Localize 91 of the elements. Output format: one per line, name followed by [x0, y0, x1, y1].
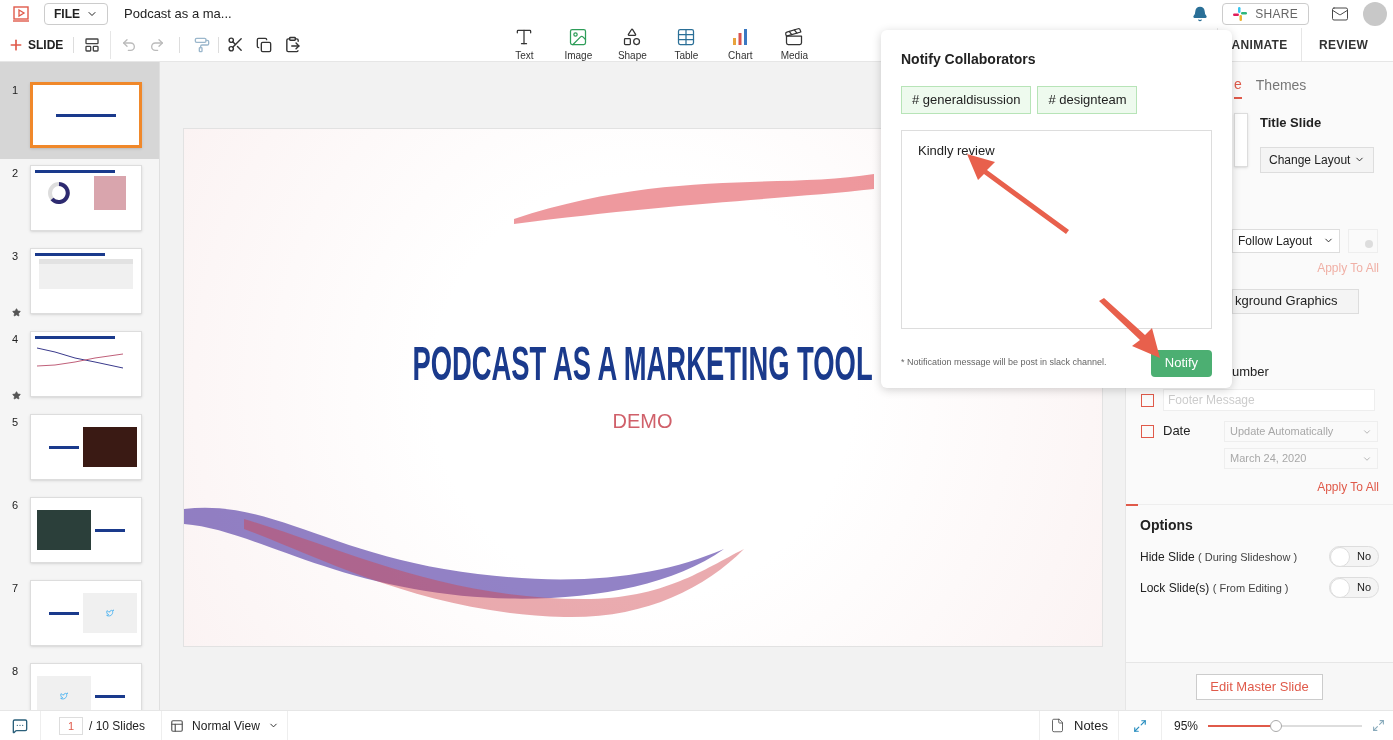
add-slide-button[interactable]: SLIDE: [8, 35, 64, 54]
insert-tool-button[interactable]: Table: [666, 26, 707, 63]
share-button[interactable]: SHARE: [1222, 3, 1309, 25]
background-select[interactable]: Follow Layout: [1232, 228, 1340, 253]
donut-drawing: [46, 181, 71, 205]
layout-name: Title Slide: [1260, 114, 1323, 132]
table-icon: [676, 26, 697, 47]
slide-row[interactable]: 8: [0, 657, 159, 710]
view-layout-icon: [170, 718, 185, 733]
presentation-logo-icon[interactable]: [12, 5, 30, 23]
comments-icon[interactable]: [12, 717, 28, 734]
slide-number: 6: [12, 498, 20, 513]
thumb-title-bar: [35, 253, 105, 256]
toggle-switch[interactable]: No: [1329, 546, 1379, 567]
slide-number: 8: [12, 664, 20, 679]
zoom-slider[interactable]: [1208, 719, 1362, 732]
page-number-field[interactable]: 1: [59, 716, 83, 735]
insert-tool-button[interactable]: Shape: [612, 26, 653, 63]
slide-number-label: umber: [1232, 362, 1270, 381]
checkbox[interactable]: [1141, 393, 1154, 407]
slide-row[interactable]: 4: [0, 325, 159, 408]
slide-subtitle[interactable]: DEMO: [612, 405, 673, 436]
slide-title[interactable]: PODCAST AS A MARKETING TOOL: [412, 339, 873, 388]
insert-tool-button[interactable]: Chart: [720, 26, 761, 63]
bird-icon: [60, 692, 68, 700]
date-label: Date: [1163, 422, 1192, 440]
slide-row[interactable]: 7: [0, 574, 159, 657]
slide-row[interactable]: 3: [0, 242, 159, 325]
apply-to-all-link[interactable]: Apply To All: [1317, 478, 1379, 496]
zoom-slider-thumb[interactable]: [1269, 719, 1282, 732]
bird-icon: [106, 609, 114, 617]
shapes-icon: [622, 26, 643, 47]
page-icon: [1050, 718, 1065, 733]
slide-number: 1: [12, 83, 20, 98]
color-select[interactable]: [1348, 228, 1378, 253]
thumb-title-bar: [95, 528, 125, 532]
copy-icon[interactable]: [256, 36, 273, 53]
thumb-title-bar: [49, 445, 79, 449]
slide-row[interactable]: 5: [0, 408, 159, 491]
slide-row[interactable]: 6: [0, 491, 159, 574]
slide-number: 5: [12, 415, 20, 430]
paste-icon[interactable]: [284, 36, 302, 53]
slack-logo-icon: [1233, 7, 1248, 21]
option-label: Hide Slide ( During Slideshow ): [1140, 548, 1298, 566]
mail-icon[interactable]: [1331, 5, 1349, 23]
slide-number: 3: [12, 249, 20, 264]
format-painter-icon[interactable]: [194, 36, 211, 53]
thumb-title-bar: [56, 113, 116, 117]
panel-tab[interactable]: Themes: [1255, 74, 1307, 99]
channel-tag[interactable]: # generaldisussion: [901, 86, 1032, 114]
slide-number: 7: [12, 581, 20, 596]
notes-button[interactable]: Notes: [1039, 711, 1119, 740]
fit-to-screen-icon[interactable]: [1132, 718, 1147, 733]
change-layout-button[interactable]: Change Layout: [1260, 146, 1375, 173]
options-heading: Options: [1140, 516, 1194, 535]
slide-row[interactable]: 1: [0, 62, 159, 159]
file-menu-button[interactable]: FILE: [44, 3, 108, 25]
channel-tag[interactable]: # designteam: [1037, 86, 1138, 114]
photo-placeholder: [37, 510, 91, 550]
panel-tab[interactable]: e: [1234, 74, 1242, 99]
slide-count: / 10 Slides: [89, 717, 146, 735]
image-icon: [568, 26, 589, 47]
view-mode-dropdown[interactable]: Normal View: [162, 711, 288, 740]
message-field[interactable]: Kindly review: [901, 129, 1212, 329]
thumb-title-bar: [49, 611, 79, 615]
thumb-title-bar: [95, 694, 125, 698]
layout-thumbnail[interactable]: [1234, 113, 1248, 167]
clapperboard-icon: [784, 26, 805, 47]
layout-icon[interactable]: [84, 36, 101, 53]
expand-icon[interactable]: [1372, 719, 1385, 732]
checkbox[interactable]: [1141, 425, 1154, 438]
background-graphics-button[interactable]: kground Graphics: [1232, 288, 1359, 314]
redo-icon[interactable]: [149, 36, 166, 53]
slide-number: 4: [12, 332, 20, 347]
edit-master-slide-button[interactable]: Edit Master Slide: [1196, 673, 1323, 700]
popup-title: Notify Collaborators: [901, 50, 1037, 69]
option-label: Lock Slide(s) ( From Editing ): [1140, 579, 1289, 597]
document-title[interactable]: Podcast as a ma...: [124, 4, 232, 24]
slide-thumbnail[interactable]: [30, 82, 142, 148]
insert-tool-button[interactable]: Text: [504, 26, 545, 63]
ribbon-tab[interactable]: REVIEW: [1301, 28, 1385, 61]
slide-number: 2: [12, 166, 20, 181]
toggle-switch[interactable]: No: [1329, 577, 1379, 598]
bell-icon[interactable]: [1192, 6, 1209, 22]
insert-tool-button[interactable]: Image: [558, 26, 599, 63]
cut-icon[interactable]: [227, 36, 245, 53]
undo-icon[interactable]: [121, 36, 138, 53]
slide-row[interactable]: 2: [0, 159, 159, 242]
video-placeholder: [83, 427, 137, 467]
insert-tool-button[interactable]: Media: [774, 26, 815, 63]
zoom-level: 95%: [1173, 717, 1198, 735]
